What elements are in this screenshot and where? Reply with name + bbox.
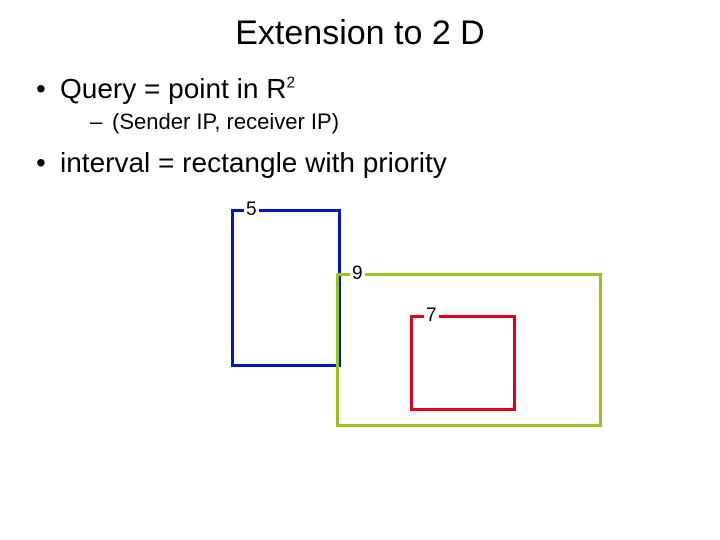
priority-label-green: 9: [350, 264, 365, 283]
bullet-marker: •: [36, 147, 60, 179]
bullet-item: • Query = point in R2: [36, 73, 720, 105]
priority-label-red: 7: [424, 306, 439, 325]
rectangle-red: [410, 315, 516, 411]
bullet-text-pre: Query = point in R: [60, 73, 286, 104]
slide-body: • Query = point in R2 – (Sender IP, rece…: [0, 53, 720, 457]
priority-label-blue: 5: [244, 200, 259, 219]
bullet-text: Query = point in R2: [60, 73, 295, 105]
sub-bullet-item: – (Sender IP, receiver IP): [36, 109, 720, 135]
bullet-item: • interval = rectangle with priority: [36, 147, 720, 179]
sub-bullet-text: (Sender IP, receiver IP): [112, 109, 339, 135]
bullet-superscript: 2: [286, 75, 295, 92]
slide-title: Extension to 2 D: [0, 0, 720, 53]
rectangle-blue: [231, 209, 341, 367]
bullet-text: interval = rectangle with priority: [60, 147, 447, 179]
bullet-marker: •: [36, 73, 60, 105]
sub-bullet-marker: –: [90, 109, 112, 135]
diagram-area: 5 9 7: [36, 197, 720, 457]
